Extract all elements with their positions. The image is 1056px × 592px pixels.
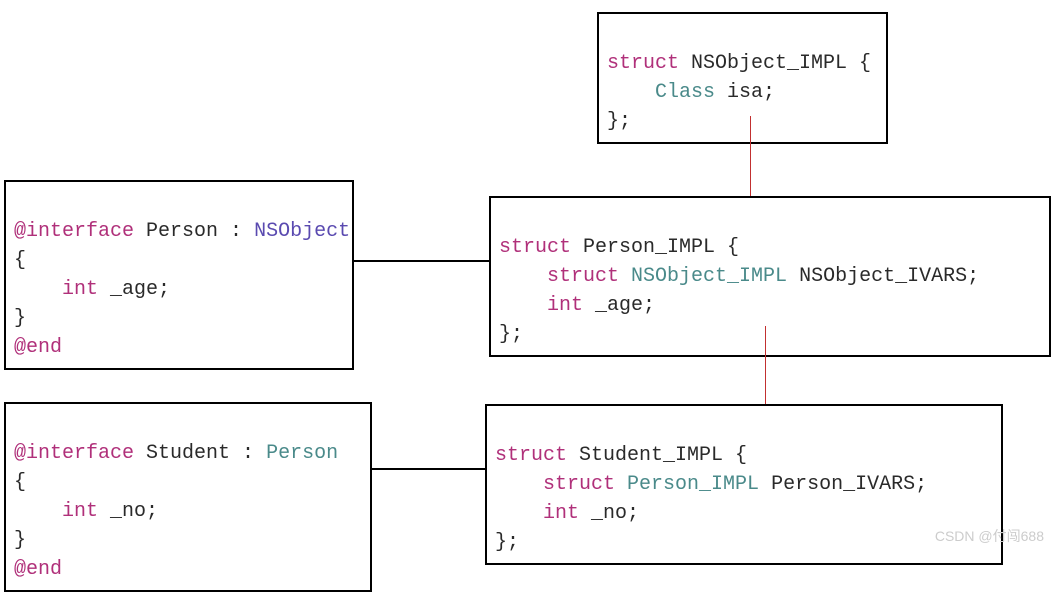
end-keyword: @end [14,558,62,581]
super-nsobject: NSObject [254,220,350,243]
close-brace: }; [495,531,519,554]
student-name: Student : [134,442,266,465]
struct-keyword: struct [495,444,567,467]
struct-name: Person_IMPL { [571,236,739,259]
struct-name: Student_IMPL { [567,444,747,467]
person-interface-box: @interface Person : NSObject { int _age;… [4,180,354,370]
age-var: _age; [98,278,170,301]
nsobject-impl-box: struct NSObject_IMPL { Class isa; }; [597,12,888,144]
indent [499,294,547,317]
indent [495,502,543,525]
indent [495,473,543,496]
struct-keyword: struct [499,236,571,259]
close-brace: } [14,529,26,552]
indent [14,500,62,523]
redline-nsobject-person [750,116,751,196]
no-var: _no; [98,500,158,523]
indent [499,265,547,288]
struct-keyword: struct [607,52,679,75]
struct-keyword: struct [547,265,619,288]
open-brace: { [14,471,26,494]
close-brace: } [14,307,26,330]
end-keyword: @end [14,336,62,359]
close-brace: }; [607,110,631,133]
connector-person [354,260,489,262]
person-impl-type: Person_IMPL [615,473,759,496]
int-keyword: int [62,500,98,523]
indent [607,81,655,104]
open-brace: { [14,249,26,272]
int-keyword: int [543,502,579,525]
student-impl-box: struct Student_IMPL { struct Person_IMPL… [485,404,1003,565]
person-name: Person : [134,220,254,243]
connector-student [372,468,485,470]
interface-keyword: @interface [14,220,134,243]
isa-var: isa; [715,81,775,104]
struct-keyword: struct [543,473,615,496]
watermark: CSDN @付闯688 [935,526,1044,546]
nsobject-ivars: NSObject_IVARS; [787,265,979,288]
student-interface-box: @interface Student : Person { int _no; }… [4,402,372,592]
class-type: Class [655,81,715,104]
int-keyword: int [62,278,98,301]
super-person: Person [266,442,338,465]
age-var: _age; [583,294,655,317]
no-var: _no; [579,502,639,525]
redline-person-student [765,326,766,404]
nsobject-impl-type: NSObject_IMPL [619,265,787,288]
indent [14,278,62,301]
close-brace: }; [499,323,523,346]
interface-keyword: @interface [14,442,134,465]
person-ivars: Person_IVARS; [759,473,927,496]
int-keyword: int [547,294,583,317]
person-impl-box: struct Person_IMPL { struct NSObject_IMP… [489,196,1051,357]
struct-name: NSObject_IMPL { [679,52,871,75]
